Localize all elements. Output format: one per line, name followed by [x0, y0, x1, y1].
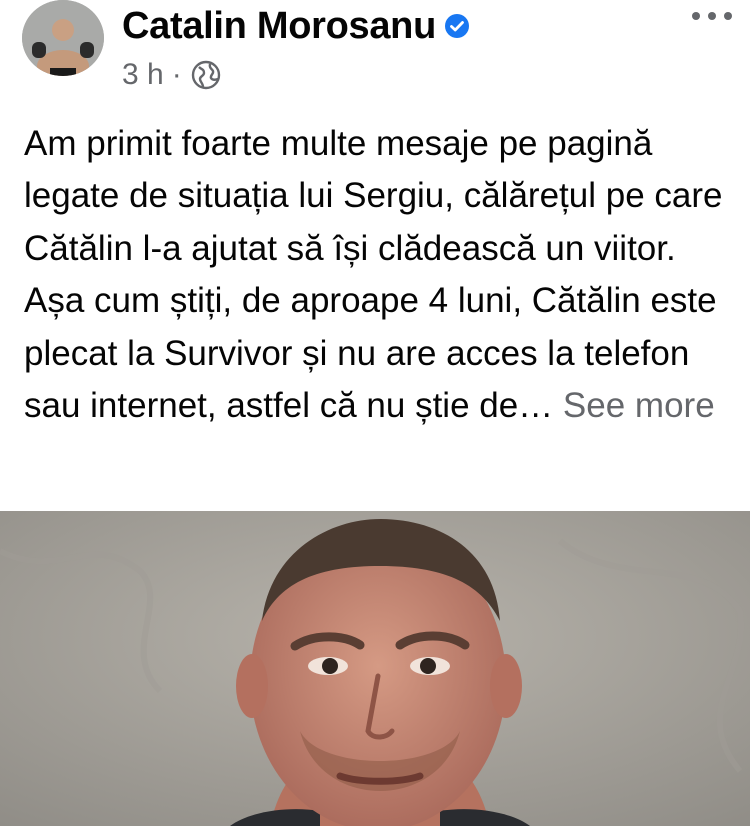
- post-text: Am primit foarte multe mesaje pe pagină …: [24, 124, 723, 426]
- author-name[interactable]: Catalin Morosanu: [122, 4, 436, 48]
- post-body: Am primit foarte multe mesaje pe pagină …: [24, 118, 734, 432]
- globe-icon[interactable]: [190, 59, 222, 91]
- portrait-photo: [0, 511, 750, 826]
- more-options-button[interactable]: [692, 4, 732, 28]
- avatar-image: [22, 0, 104, 76]
- more-dot: [724, 12, 732, 20]
- post-header: Catalin Morosanu 3 h ·: [0, 0, 750, 110]
- post-timestamp[interactable]: 3 h: [122, 58, 164, 92]
- see-more-link[interactable]: See more: [563, 386, 715, 425]
- more-dot: [692, 12, 700, 20]
- post-meta: 3 h ·: [122, 58, 222, 92]
- post-photo[interactable]: [0, 511, 750, 826]
- meta-separator: ·: [171, 58, 182, 91]
- more-dot: [708, 12, 716, 20]
- author-avatar[interactable]: [22, 0, 104, 76]
- verified-badge-icon: [445, 14, 470, 38]
